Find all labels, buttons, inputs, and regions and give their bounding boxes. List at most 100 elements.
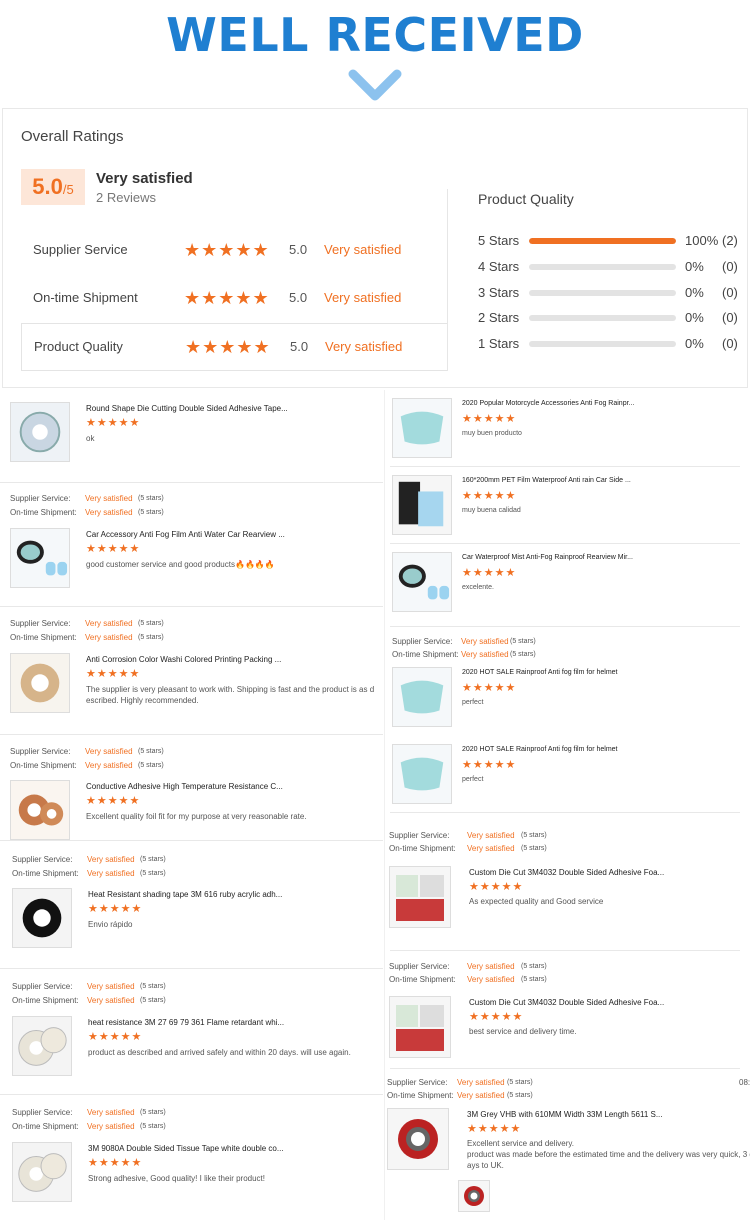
supplier-service-label: Supplier Service: <box>10 619 71 628</box>
star-rating: ★★★★★ <box>469 881 524 893</box>
review-date: 08: <box>739 1078 750 1087</box>
product-thumbnail[interactable] <box>392 552 452 612</box>
product-image <box>11 403 69 461</box>
product-thumbnail[interactable] <box>387 1108 449 1170</box>
score-max: /5 <box>62 182 74 197</box>
review-attachment[interactable] <box>458 1180 490 1212</box>
product-title[interactable]: Custom Die Cut 3M4032 Double Sided Adhes… <box>469 998 664 1007</box>
stars-count: (5 stars) <box>138 634 164 641</box>
star-rating: ★★★★★ <box>86 543 141 555</box>
product-image <box>11 781 69 839</box>
ontime-shipment-label: On-time Shipment: <box>10 633 77 642</box>
review-comment: muy buena calidad <box>462 507 521 514</box>
ontime-shipment-label: On-time Shipment: <box>389 844 456 853</box>
product-title[interactable]: Conductive Adhesive High Temperature Res… <box>86 782 283 791</box>
review-count: 2 Reviews <box>96 190 156 205</box>
product-thumbnail[interactable] <box>389 996 451 1058</box>
review-comment: good customer service and good products🔥… <box>86 560 275 569</box>
divider <box>390 466 740 467</box>
metric-product-quality[interactable]: Product Quality ★★★★★ 5.0 Very satisfied <box>21 323 448 371</box>
distribution-label: 3 Stars <box>478 285 520 300</box>
metric-text: Very satisfied <box>325 339 403 354</box>
product-title[interactable]: Car Waterproof Mist Anti-Fog Rainproof R… <box>462 554 633 561</box>
distribution-label: 5 Stars <box>478 233 520 248</box>
distribution-percent: 0% <box>685 310 704 325</box>
distribution-row: 5 Stars 100% (2) <box>478 233 743 251</box>
star-rating: ★★★★★ <box>462 413 517 425</box>
review-comment: best service and delivery time. <box>469 1027 577 1036</box>
divider <box>0 734 383 735</box>
product-title[interactable]: Custom Die Cut 3M4032 Double Sided Adhes… <box>469 868 664 877</box>
product-title[interactable]: 2020 HOT SALE Rainproof Anti fog film fo… <box>462 746 618 753</box>
metric-score: 5.0 <box>290 339 309 354</box>
stars-count: (5 stars) <box>507 1079 533 1086</box>
product-thumbnail[interactable] <box>12 1142 72 1202</box>
review-comment-cont: ays to UK. <box>467 1161 504 1170</box>
product-thumbnail[interactable] <box>12 888 72 948</box>
product-image <box>393 745 451 803</box>
divider <box>390 950 740 951</box>
review-comment-cont: escribed. Highly recommended. <box>86 696 199 705</box>
supplier-service-value: Very satisfied <box>87 1108 135 1117</box>
product-thumbnail[interactable] <box>10 528 70 588</box>
stars-count: (5 stars) <box>510 651 536 658</box>
product-thumbnail[interactable] <box>389 866 451 928</box>
product-image <box>11 654 69 712</box>
product-thumbnail[interactable] <box>10 653 70 713</box>
distribution-row: 3 Stars 0% (0) <box>478 285 743 303</box>
product-thumbnail[interactable] <box>392 667 452 727</box>
stars-count: (5 stars) <box>140 856 166 863</box>
distribution-count: (2) <box>722 233 738 248</box>
ontime-shipment-label: On-time Shipment: <box>12 996 79 1005</box>
stars-count: (5 stars) <box>138 762 164 769</box>
metric-text: Very satisfied <box>324 290 402 305</box>
product-title[interactable]: heat resistance 3M 27 69 79 361 Flame re… <box>88 1018 284 1027</box>
supplier-service-label: Supplier Service: <box>10 494 71 503</box>
review-comment: product as described and arrived safely … <box>88 1048 351 1057</box>
ratings-title: Overall Ratings <box>21 128 124 145</box>
product-title[interactable]: Anti Corrosion Color Washi Colored Print… <box>86 655 281 664</box>
product-title[interactable]: 160*200mm PET Film Waterproof Anti rain … <box>462 477 631 484</box>
chevron-down-icon <box>348 69 402 101</box>
product-thumbnail[interactable] <box>10 780 70 840</box>
product-title[interactable]: Heat Resistant shading tape 3M 616 ruby … <box>88 890 282 899</box>
review-comment-cont: product was made before the estimated ti… <box>467 1150 750 1159</box>
divider <box>447 189 448 371</box>
product-thumbnail[interactable] <box>10 402 70 462</box>
divider <box>390 543 740 544</box>
distribution-row: 2 Stars 0% (0) <box>478 310 743 328</box>
product-thumbnail[interactable] <box>392 475 452 535</box>
stars-count: (5 stars) <box>521 976 547 983</box>
divider <box>0 606 383 607</box>
stars-count: (5 stars) <box>138 509 164 516</box>
product-thumbnail[interactable] <box>392 398 452 458</box>
star-rating: ★★★★★ <box>462 759 517 771</box>
supplier-service-label: Supplier Service: <box>387 1078 448 1087</box>
score-value: 5.0 <box>32 174 63 199</box>
ontime-shipment-value: Very satisfied <box>467 975 515 984</box>
product-image <box>390 867 450 927</box>
metric-supplier-service: Supplier Service ★★★★★ 5.0 Very satisfie… <box>21 227 448 275</box>
metric-label: Supplier Service <box>33 242 128 257</box>
review-comment: perfect <box>462 776 484 783</box>
product-title[interactable]: 2020 HOT SALE Rainproof Anti fog film fo… <box>462 669 618 676</box>
product-image <box>11 529 69 587</box>
review-comment: As expected quality and Good service <box>469 897 604 906</box>
stars-count: (5 stars) <box>521 963 547 970</box>
distribution-bar <box>529 290 676 296</box>
product-title[interactable]: Car Accessory Anti Fog Film Anti Water C… <box>86 530 285 539</box>
product-title[interactable]: 3M Grey VHB with 610MM Width 33M Length … <box>467 1110 663 1119</box>
distribution-count: (0) <box>722 259 738 274</box>
distribution-count: (0) <box>722 336 738 351</box>
product-thumbnail[interactable] <box>12 1016 72 1076</box>
product-title[interactable]: 3M 9080A Double Sided Tissue Tape white … <box>88 1144 284 1153</box>
ontime-shipment-label: On-time Shipment: <box>12 869 79 878</box>
rating-summary: Very satisfied <box>96 170 193 187</box>
product-thumbnail[interactable] <box>392 744 452 804</box>
distribution-percent: 0% <box>685 259 704 274</box>
supplier-service-value: Very satisfied <box>87 855 135 864</box>
product-title[interactable]: Round Shape Die Cutting Double Sided Adh… <box>86 404 288 413</box>
product-title[interactable]: 2020 Popular Motorcycle Accessories Anti… <box>462 400 634 407</box>
divider <box>0 482 383 483</box>
ontime-shipment-value: Very satisfied <box>467 844 515 853</box>
